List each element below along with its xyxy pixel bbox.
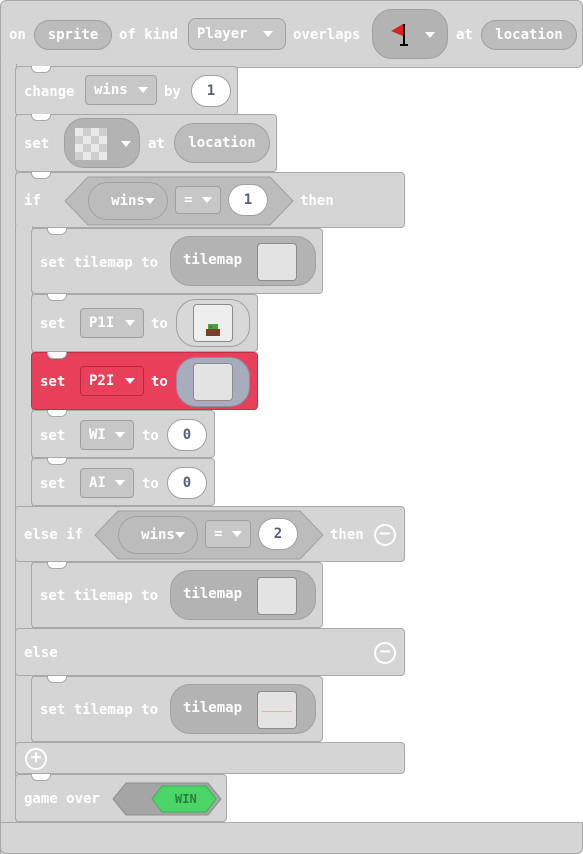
else-label: else (24, 645, 58, 661)
ai-dropdown[interactable]: AI (80, 468, 134, 498)
at-label: at (456, 27, 473, 43)
then-label: then (330, 527, 364, 543)
image-thumbnail (193, 363, 233, 401)
chevron-down-icon (115, 480, 125, 486)
set-tilemap-label: set tilemap to (40, 702, 159, 718)
set-tilemap-label: set tilemap to (40, 255, 159, 271)
chevron-down-icon (115, 432, 125, 438)
chevron-down-icon (263, 31, 273, 37)
set-label: set (40, 476, 66, 492)
add-else-icon[interactable]: + (25, 748, 47, 770)
set-ai-block[interactable]: set AI to 0 (31, 458, 215, 506)
set-tilemap-label: set tilemap to (40, 588, 159, 604)
ai-value-input[interactable]: 0 (167, 467, 207, 499)
else-if-value-input[interactable]: 2 (258, 518, 298, 550)
chevron-down-icon (425, 32, 435, 38)
on-label: on (9, 27, 26, 43)
chevron-down-icon (202, 197, 212, 203)
tilemap-thumbnail (257, 243, 297, 281)
flag-icon (391, 24, 408, 46)
tilemap-param[interactable]: tilemap (170, 684, 316, 734)
overlaps-label: overlaps (293, 27, 361, 43)
event-bottom-bar (0, 822, 583, 854)
if-label: if (24, 193, 41, 209)
chevron-down-icon (125, 378, 135, 384)
tilemap-thumbnail (257, 577, 297, 615)
set-tilemap-block[interactable]: set tilemap to tilemap (31, 228, 323, 294)
set-tilemap-block[interactable]: set tilemap to tilemap (31, 562, 323, 628)
wi-value-input[interactable]: 0 (167, 419, 207, 451)
chevron-down-icon (121, 141, 131, 147)
chevron-down-icon (138, 87, 148, 93)
set-p2i-block[interactable]: set P2I to (31, 352, 258, 410)
tilemap-line (262, 711, 292, 712)
game-over-label: game over (24, 791, 100, 807)
else-if-section[interactable]: else if wins = 2 then − (15, 506, 405, 562)
set-wi-block[interactable]: set WI to 0 (31, 410, 215, 458)
win-value: WIN (175, 792, 197, 806)
change-label: change (24, 84, 75, 100)
chevron-down-icon (145, 198, 155, 204)
location-param[interactable]: location (174, 123, 270, 163)
image-param[interactable] (176, 299, 250, 347)
operator-dropdown[interactable]: = (205, 520, 251, 548)
chevron-down-icon (125, 320, 135, 326)
if-block[interactable]: if wins = 1 then (15, 172, 405, 228)
if-value-input[interactable]: 1 (228, 184, 268, 216)
set-label: set (40, 428, 66, 444)
kind-dropdown[interactable]: Player (188, 18, 286, 50)
tilemap-param[interactable]: tilemap (170, 570, 316, 620)
variable-dropdown[interactable]: wins (85, 75, 157, 105)
wi-dropdown[interactable]: WI (80, 420, 134, 450)
set-p1i-block[interactable]: set P1I to (31, 294, 258, 352)
p1i-dropdown[interactable]: P1I (80, 308, 144, 338)
sprite-icon (206, 324, 220, 336)
p2i-dropdown[interactable]: P2I (80, 366, 144, 396)
location-param[interactable]: location (481, 20, 577, 50)
remove-else-if-icon[interactable]: − (374, 524, 396, 546)
wins-variable[interactable]: wins (118, 516, 198, 554)
by-label: by (164, 84, 181, 100)
then-label: then (300, 193, 334, 209)
tilemap-thumbnail (257, 691, 297, 729)
set-label: set (24, 136, 50, 152)
of-kind-label: of kind (119, 27, 179, 43)
remove-else-icon[interactable]: − (374, 642, 396, 664)
set-label: set (40, 374, 66, 390)
to-label: to (142, 428, 159, 444)
to-label: to (151, 316, 168, 332)
operator-dropdown[interactable]: = (175, 186, 221, 214)
chevron-down-icon (175, 532, 185, 538)
image-thumbnail (193, 304, 233, 342)
change-wins-block[interactable]: change wins by 1 (15, 66, 238, 116)
tilemap-param[interactable]: tilemap (170, 236, 316, 286)
game-over-block[interactable]: game over WIN (15, 774, 227, 822)
win-toggle[interactable] (112, 782, 222, 816)
tile-picker[interactable] (372, 9, 448, 59)
on-overlap-event-block[interactable]: on sprite of kind Player overlaps at loc… (0, 0, 583, 68)
else-if-label: else if (24, 527, 84, 543)
set-label: set (40, 316, 66, 332)
tile-picker[interactable] (64, 118, 140, 168)
change-value-input[interactable]: 1 (191, 75, 231, 107)
at-label: at (148, 136, 165, 152)
set-tile-block[interactable]: set at location (15, 114, 277, 172)
if-bottom-bar: + (15, 742, 405, 774)
image-param[interactable] (176, 357, 250, 407)
chevron-down-icon (232, 531, 242, 537)
checker-tile-icon (75, 128, 107, 160)
sprite-param[interactable]: sprite (34, 20, 112, 50)
else-section[interactable]: else − (15, 628, 405, 676)
set-tilemap-block[interactable]: set tilemap to tilemap (31, 676, 323, 742)
wins-variable[interactable]: wins (88, 182, 168, 220)
to-label: to (142, 476, 159, 492)
to-label: to (151, 374, 168, 390)
